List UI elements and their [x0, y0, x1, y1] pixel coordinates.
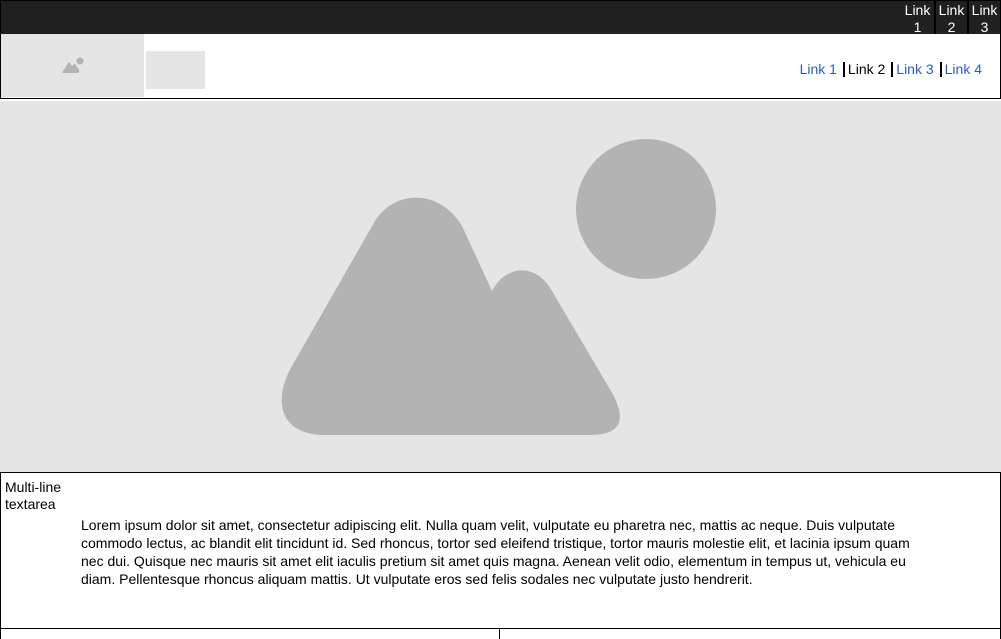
textarea-label: Multi-line textarea [5, 479, 62, 512]
textarea-section: Multi-line textarea Lorem ipsum dolor si… [0, 472, 1001, 629]
bottom-cell-left [0, 629, 500, 639]
top-bar-links: Link 1 Link 2 Link 3 [901, 1, 1000, 35]
nav-link-4[interactable]: Link 4 [945, 61, 982, 78]
top-link-3[interactable]: Link 3 [967, 1, 1000, 35]
hero-image [0, 101, 1001, 472]
nav-link-1[interactable]: Link 1 [800, 61, 837, 78]
nav-separator [939, 62, 942, 77]
logo[interactable] [1, 34, 144, 97]
image-placeholder-icon [281, 139, 716, 435]
top-link-2[interactable]: Link 2 [934, 1, 967, 35]
bottom-cell-right [500, 629, 1001, 639]
nav-separator [891, 62, 894, 77]
image-placeholder-icon [61, 57, 83, 73]
header: Link 1 Link 2 Link 3 Link 4 [0, 34, 1001, 99]
main-nav: Link 1 Link 2 Link 3 Link 4 [800, 61, 982, 78]
top-bar: Link 1 Link 2 Link 3 [0, 0, 1001, 35]
multiline-textarea[interactable]: Lorem ipsum dolor sit amet, consectetur … [81, 516, 921, 588]
nav-link-2[interactable]: Link 2 [848, 61, 885, 78]
secondary-logo [146, 51, 205, 89]
nav-link-3[interactable]: Link 3 [896, 61, 933, 78]
top-link-1[interactable]: Link 1 [901, 1, 934, 35]
nav-separator [842, 62, 845, 77]
bottom-row [0, 628, 1001, 639]
